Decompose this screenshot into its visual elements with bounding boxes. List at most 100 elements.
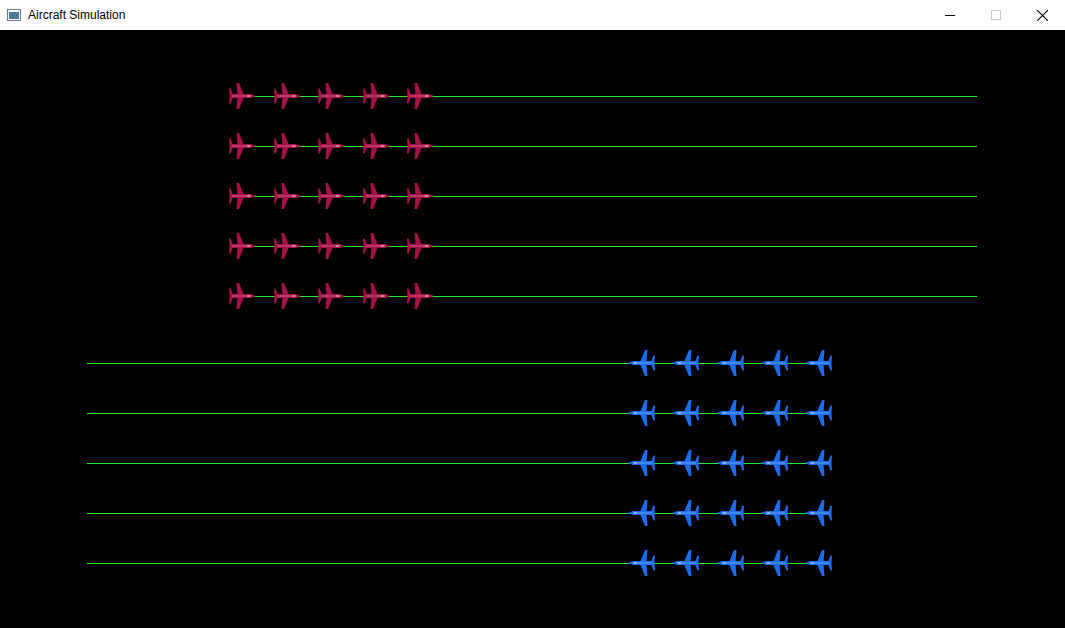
aircraft-icon bbox=[272, 131, 302, 161]
aircraft-icon bbox=[627, 548, 657, 578]
aircraft-icon bbox=[671, 498, 701, 528]
aircraft[interactable] bbox=[760, 348, 790, 378]
aircraft[interactable] bbox=[272, 81, 302, 111]
aircraft[interactable] bbox=[627, 548, 657, 578]
aircraft[interactable] bbox=[227, 281, 257, 311]
aircraft[interactable] bbox=[227, 81, 257, 111]
title-bar: Aircraft Simulation bbox=[0, 0, 1065, 30]
aircraft[interactable] bbox=[272, 231, 302, 261]
aircraft[interactable] bbox=[804, 498, 834, 528]
aircraft[interactable] bbox=[671, 348, 701, 378]
aircraft[interactable] bbox=[716, 548, 746, 578]
aircraft[interactable] bbox=[316, 181, 346, 211]
aircraft[interactable] bbox=[627, 448, 657, 478]
aircraft[interactable] bbox=[804, 398, 834, 428]
aircraft-icon bbox=[804, 348, 834, 378]
aircraft[interactable] bbox=[316, 81, 346, 111]
aircraft-icon bbox=[760, 398, 790, 428]
aircraft-icon bbox=[272, 181, 302, 211]
aircraft-icon bbox=[227, 281, 257, 311]
aircraft-icon bbox=[405, 181, 435, 211]
aircraft[interactable] bbox=[361, 131, 391, 161]
aircraft[interactable] bbox=[671, 498, 701, 528]
aircraft[interactable] bbox=[671, 448, 701, 478]
aircraft-icon bbox=[804, 498, 834, 528]
aircraft-icon bbox=[671, 348, 701, 378]
aircraft-icon bbox=[227, 81, 257, 111]
aircraft-icon bbox=[804, 398, 834, 428]
minimize-button[interactable] bbox=[927, 0, 973, 30]
aircraft-icon bbox=[760, 498, 790, 528]
aircraft[interactable] bbox=[405, 131, 435, 161]
aircraft[interactable] bbox=[316, 281, 346, 311]
aircraft[interactable] bbox=[272, 181, 302, 211]
aircraft[interactable] bbox=[760, 498, 790, 528]
aircraft[interactable] bbox=[316, 231, 346, 261]
aircraft[interactable] bbox=[361, 281, 391, 311]
aircraft[interactable] bbox=[760, 448, 790, 478]
aircraft-icon bbox=[272, 81, 302, 111]
aircraft-icon bbox=[361, 281, 391, 311]
aircraft[interactable] bbox=[227, 231, 257, 261]
aircraft[interactable] bbox=[804, 448, 834, 478]
aircraft[interactable] bbox=[804, 548, 834, 578]
aircraft-icon bbox=[804, 548, 834, 578]
aircraft[interactable] bbox=[716, 498, 746, 528]
aircraft[interactable] bbox=[227, 131, 257, 161]
aircraft[interactable] bbox=[405, 231, 435, 261]
aircraft-icon bbox=[316, 131, 346, 161]
aircraft-icon bbox=[227, 181, 257, 211]
aircraft[interactable] bbox=[272, 131, 302, 161]
aircraft-icon bbox=[716, 348, 746, 378]
aircraft-icon bbox=[716, 448, 746, 478]
aircraft[interactable] bbox=[716, 348, 746, 378]
aircraft-icon bbox=[405, 281, 435, 311]
aircraft-icon bbox=[316, 231, 346, 261]
app-window: Aircraft Simulation bbox=[0, 0, 1065, 628]
aircraft-icon bbox=[627, 398, 657, 428]
aircraft[interactable] bbox=[716, 398, 746, 428]
aircraft[interactable] bbox=[804, 348, 834, 378]
aircraft[interactable] bbox=[316, 131, 346, 161]
aircraft-icon bbox=[405, 81, 435, 111]
aircraft[interactable] bbox=[760, 398, 790, 428]
close-icon bbox=[1037, 10, 1048, 21]
window-controls bbox=[927, 0, 1065, 30]
aircraft-icon bbox=[627, 498, 657, 528]
aircraft[interactable] bbox=[627, 398, 657, 428]
aircraft[interactable] bbox=[627, 348, 657, 378]
close-button[interactable] bbox=[1019, 0, 1065, 30]
aircraft-icon bbox=[716, 548, 746, 578]
aircraft[interactable] bbox=[227, 181, 257, 211]
aircraft-icon bbox=[627, 348, 657, 378]
aircraft[interactable] bbox=[760, 548, 790, 578]
aircraft-icon bbox=[361, 131, 391, 161]
aircraft-icon bbox=[671, 398, 701, 428]
aircraft-icon bbox=[316, 81, 346, 111]
aircraft[interactable] bbox=[405, 81, 435, 111]
app-icon bbox=[7, 9, 21, 21]
aircraft-icon bbox=[361, 181, 391, 211]
simulation-canvas bbox=[0, 30, 1065, 628]
aircraft[interactable] bbox=[361, 181, 391, 211]
aircraft-icon bbox=[760, 348, 790, 378]
aircraft[interactable] bbox=[272, 281, 302, 311]
maximize-icon bbox=[991, 10, 1001, 20]
aircraft[interactable] bbox=[361, 81, 391, 111]
aircraft-icon bbox=[316, 181, 346, 211]
aircraft-icon bbox=[716, 398, 746, 428]
aircraft-icon bbox=[760, 548, 790, 578]
aircraft-icon bbox=[716, 498, 746, 528]
aircraft[interactable] bbox=[627, 498, 657, 528]
aircraft-icon bbox=[361, 231, 391, 261]
aircraft[interactable] bbox=[716, 448, 746, 478]
aircraft[interactable] bbox=[671, 398, 701, 428]
aircraft[interactable] bbox=[405, 181, 435, 211]
aircraft[interactable] bbox=[405, 281, 435, 311]
aircraft-icon bbox=[227, 231, 257, 261]
aircraft[interactable] bbox=[361, 231, 391, 261]
aircraft-icon bbox=[272, 281, 302, 311]
aircraft-icon bbox=[627, 448, 657, 478]
aircraft[interactable] bbox=[671, 548, 701, 578]
aircraft-icon bbox=[272, 231, 302, 261]
